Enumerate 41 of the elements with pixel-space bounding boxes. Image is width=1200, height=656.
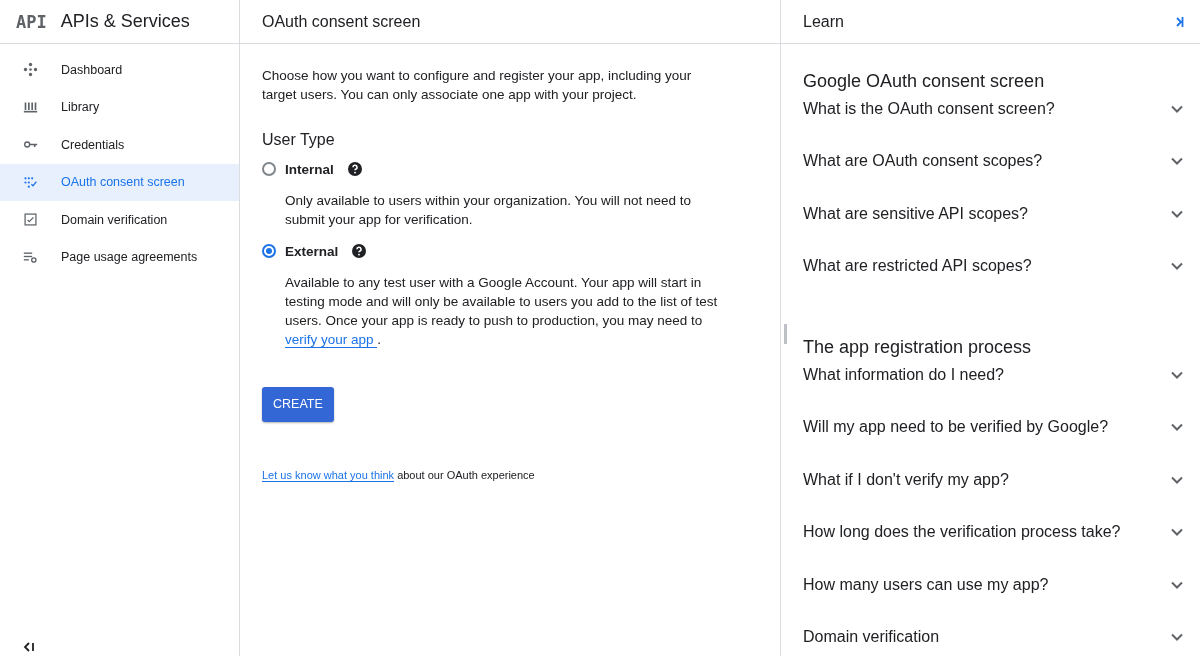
option-label: External (285, 242, 339, 261)
faq-item[interactable]: What if I don't verify my app? (803, 453, 1184, 506)
dots-icon (23, 62, 38, 78)
api-logo: API (16, 11, 47, 32)
sidebar-item[interactable]: Domain verification (0, 201, 239, 239)
faq-item[interactable]: How long does the verification process take? (803, 505, 1184, 559)
sidebar-item[interactable]: OAuth consent screen (0, 163, 239, 201)
help-icon[interactable] (352, 244, 367, 258)
faq-item[interactable]: What are sensitive API scopes? (803, 187, 1184, 240)
faq-item[interactable]: Domain verification (803, 610, 1184, 656)
sidebar-item[interactable]: Library (0, 88, 239, 126)
section-heading: Google OAuth consent screen (803, 70, 1046, 92)
faq-item[interactable]: What are restricted API scopes? (803, 239, 1184, 293)
collapse-icon[interactable] (23, 641, 35, 654)
faq-item[interactable]: What is the OAuth consent screen? (803, 92, 1184, 126)
sidebar-item[interactable]: Dashboard (0, 51, 239, 89)
sidebar-item[interactable]: Page usage agreements (0, 238, 239, 276)
faq-item[interactable]: Will my app need to be verified by Google? (803, 401, 1184, 454)
section-heading: User Type (262, 130, 336, 149)
panel-title: Learn (803, 12, 844, 31)
intro-text: Choose how you want to configure and register your app, including your target users. You can only associate one app with your project. (262, 67, 693, 104)
section-heading: The app registration process (803, 336, 1033, 359)
verify-link[interactable]: verify your app (285, 332, 378, 348)
faq-item[interactable]: How many users can use my app? (803, 558, 1184, 611)
radio-button[interactable] (262, 244, 276, 258)
create-button[interactable]: CREATE (262, 387, 334, 422)
option-description: Only available to users within your organization. You will not need to submit your app for verification. (285, 192, 692, 229)
feedback-link[interactable]: Let us know what you think (262, 469, 395, 482)
help-icon[interactable] (347, 162, 362, 176)
radio-button[interactable] (262, 162, 276, 176)
sidebar-title: APIs & Services (60, 11, 190, 32)
option-description: Available to any test user with a Google Account. Your app will start in testing mode and will only be available to users you add to the list of test users. Once your app is ready to push to production, you may need to verify your app . (285, 274, 718, 349)
resize-handle[interactable] (784, 324, 787, 344)
faq-item[interactable]: What information do I need? (803, 358, 1184, 393)
page-title: OAuth consent screen (261, 12, 421, 31)
feedback-text: Let us know what you think about our OAuth experience (262, 468, 536, 484)
sidebar-item[interactable]: Credentials (0, 126, 239, 164)
checkbox-icon (23, 212, 38, 228)
faq-item[interactable]: What are OAuth consent scopes? (803, 135, 1184, 188)
checklist-icon (23, 174, 38, 190)
option-label: Internal (285, 160, 334, 179)
